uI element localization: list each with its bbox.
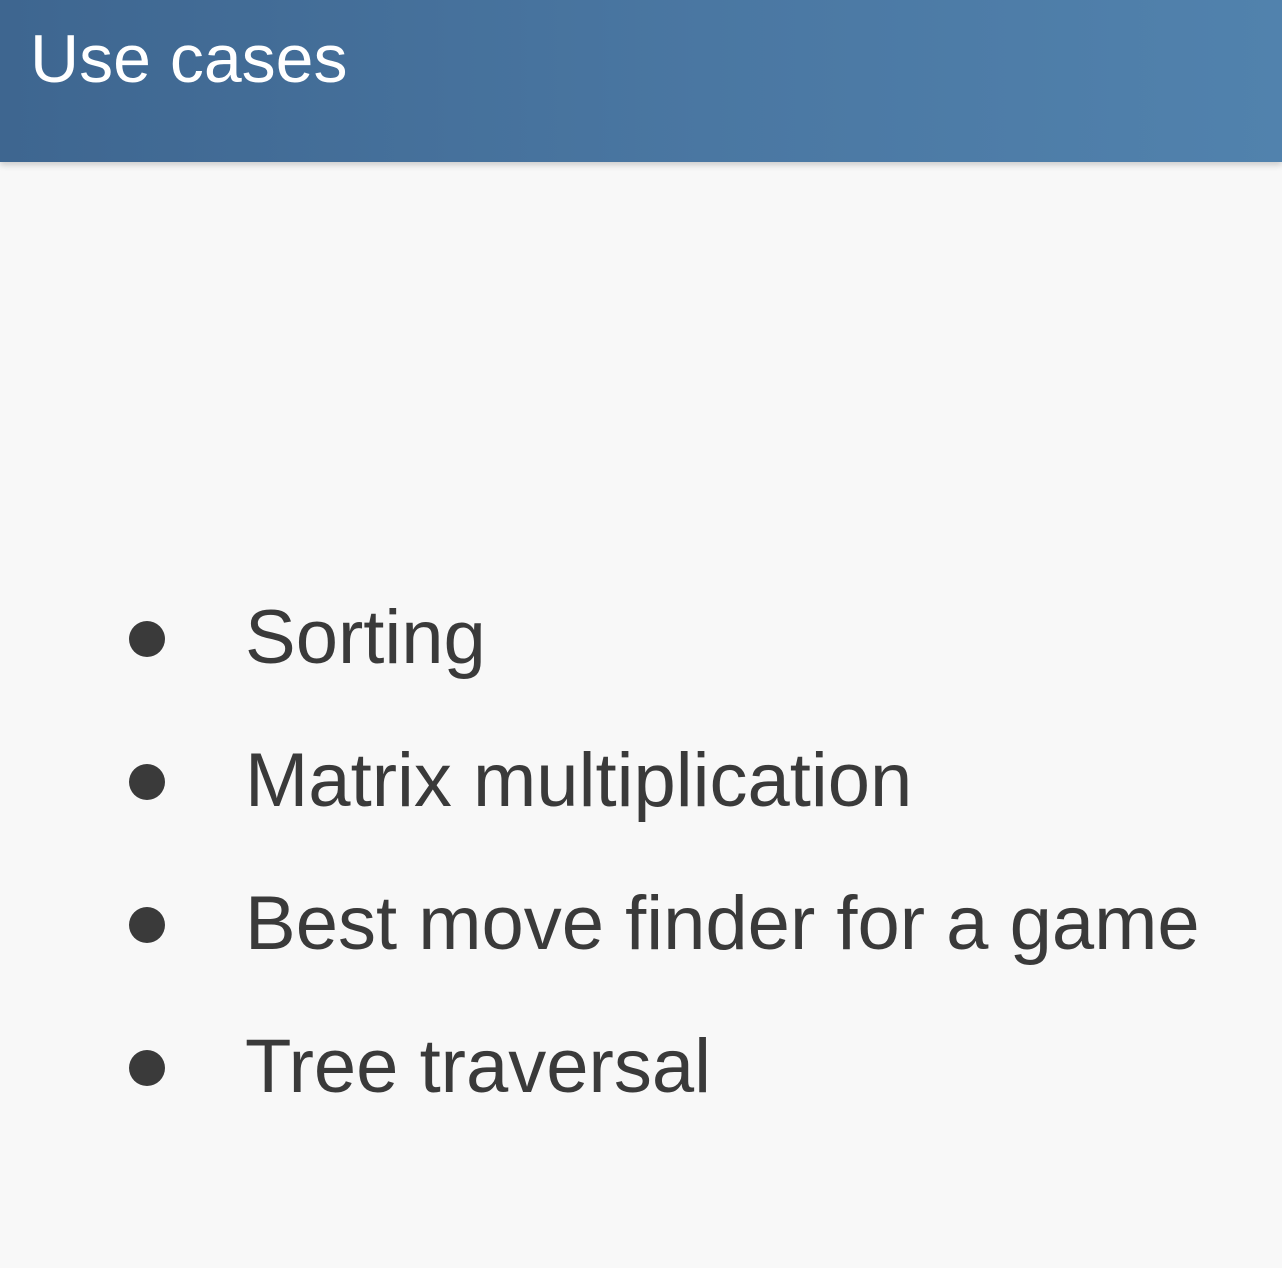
page-title: Use cases xyxy=(30,21,348,97)
bullet-icon xyxy=(129,1050,165,1086)
list-item-text: Sorting xyxy=(245,595,486,680)
list-item-text: Tree traversal xyxy=(245,1024,711,1109)
bullet-icon xyxy=(129,764,165,800)
list-item-text: Best move finder for a game xyxy=(245,881,1200,966)
list-item-text: Matrix multiplication xyxy=(245,738,913,823)
header-bar: Use cases xyxy=(0,0,1282,162)
bullet-icon xyxy=(129,907,165,943)
bullet-icon xyxy=(129,621,165,657)
